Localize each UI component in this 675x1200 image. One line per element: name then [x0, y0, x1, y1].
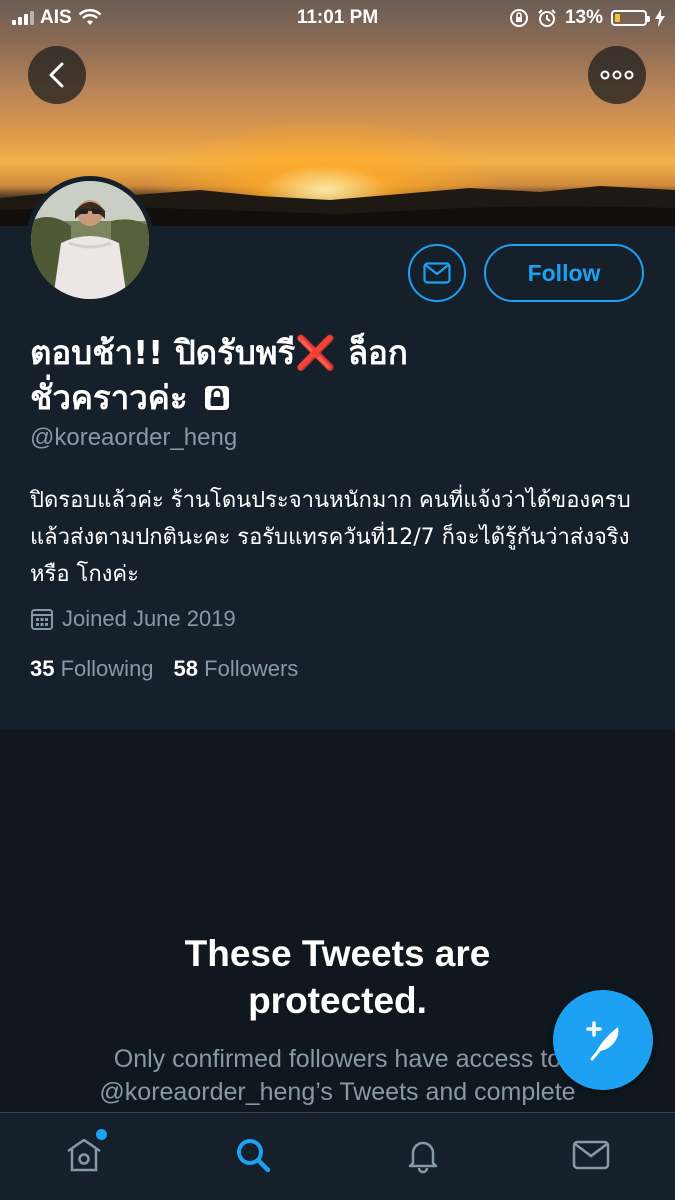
follow-button[interactable]: Follow [484, 244, 644, 302]
protected-subtitle-line2: @koreaorder_heng’s Tweets and complete [99, 1078, 576, 1106]
tab-notifications[interactable] [401, 1133, 445, 1177]
followers-link[interactable]: 58 Followers [174, 656, 299, 682]
calendar-icon [31, 609, 53, 630]
followers-count: 58 [173, 656, 199, 681]
mail-icon [423, 262, 451, 284]
following-count: 35 [30, 656, 55, 681]
cross-mark-emoji: ❌ [295, 333, 337, 372]
battery-percent: 13% [564, 7, 603, 28]
tab-bar [0, 1112, 675, 1200]
lock-icon [205, 386, 230, 410]
alarm-icon [538, 9, 556, 27]
followers-label: Followers [204, 656, 299, 681]
status-bar: AIS 11:01 PM 13% [0, 0, 675, 36]
joined-label: Joined June 2019 [62, 606, 236, 631]
protected-title-line2: protected. [248, 980, 427, 1021]
message-button[interactable] [408, 244, 466, 302]
following-link[interactable]: 35 Following [30, 656, 154, 682]
protected-subtitle-line1: Only confirmed followers have access to [113, 1045, 562, 1073]
charging-icon [655, 9, 665, 27]
home-icon [67, 1138, 101, 1172]
more-icon [600, 70, 634, 80]
messages-icon [572, 1140, 610, 1170]
tab-home[interactable] [62, 1129, 107, 1177]
follow-stats: 35 Following 58 Followers [30, 656, 298, 682]
profile-bio: ปิดรอบแล้วค่ะ ร้านโดนประจานหนักมาก คนที่… [30, 488, 631, 587]
notifications-icon [408, 1141, 438, 1174]
new-content-dot [96, 1129, 107, 1140]
chevron-left-icon [49, 62, 64, 88]
display-name: ตอบช้า!! ปิดรับพรี❌ ล็อก ชั่วคราวค่ะ [30, 330, 590, 420]
tab-search[interactable] [231, 1133, 275, 1177]
avatar[interactable] [26, 176, 154, 304]
tab-messages[interactable] [569, 1133, 613, 1177]
compose-feather-icon [586, 1021, 619, 1061]
display-name-line2: ชั่วคราวค่ะ [30, 378, 188, 417]
search-icon [237, 1139, 271, 1173]
protected-title-line1: These Tweets are [184, 933, 491, 974]
profile-handle: @koreaorder_heng [30, 424, 238, 451]
following-label: Following [60, 656, 154, 681]
display-name-line1: ตอบช้า!! ปิดรับพรี [30, 333, 296, 372]
avatar-photo [31, 181, 149, 299]
display-name-line1-end: ล็อก [336, 333, 408, 372]
orientation-lock-icon [509, 9, 528, 27]
compose-tweet-button[interactable] [553, 990, 653, 1090]
back-button[interactable] [28, 46, 86, 104]
battery-icon [611, 10, 650, 26]
joined-date: Joined June 2019 [30, 606, 236, 632]
more-button[interactable] [588, 46, 646, 104]
